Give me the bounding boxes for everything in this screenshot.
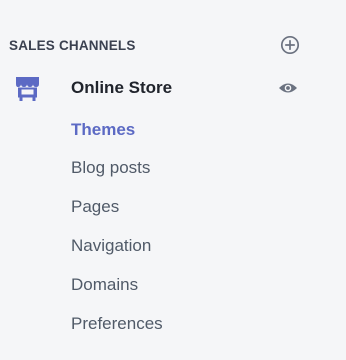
- plus-circle-icon: [280, 35, 300, 55]
- sidebar-item-online-store[interactable]: Online Store: [0, 73, 346, 105]
- sales-channels-header: SALES CHANNELS: [9, 34, 311, 56]
- store-icon: [13, 75, 43, 103]
- eye-icon: [279, 83, 297, 93]
- sidebar-item-preferences[interactable]: Preferences: [71, 304, 163, 343]
- section-title: SALES CHANNELS: [9, 37, 136, 53]
- add-sales-channel-button[interactable]: [279, 34, 301, 56]
- online-store-label: Online Store: [71, 78, 173, 97]
- online-store-submenu: Themes Blog posts Pages Navigation Domai…: [71, 112, 163, 343]
- sidebar-item-blog-posts[interactable]: Blog posts: [71, 148, 163, 187]
- view-online-store-button[interactable]: [276, 78, 300, 98]
- sidebar-item-navigation[interactable]: Navigation: [71, 226, 163, 265]
- sidebar-panel: SALES CHANNELS Online Store Themes Blog …: [0, 0, 346, 360]
- sidebar-item-pages[interactable]: Pages: [71, 187, 163, 226]
- sidebar-item-domains[interactable]: Domains: [71, 265, 163, 304]
- sidebar-item-themes[interactable]: Themes: [71, 112, 163, 148]
